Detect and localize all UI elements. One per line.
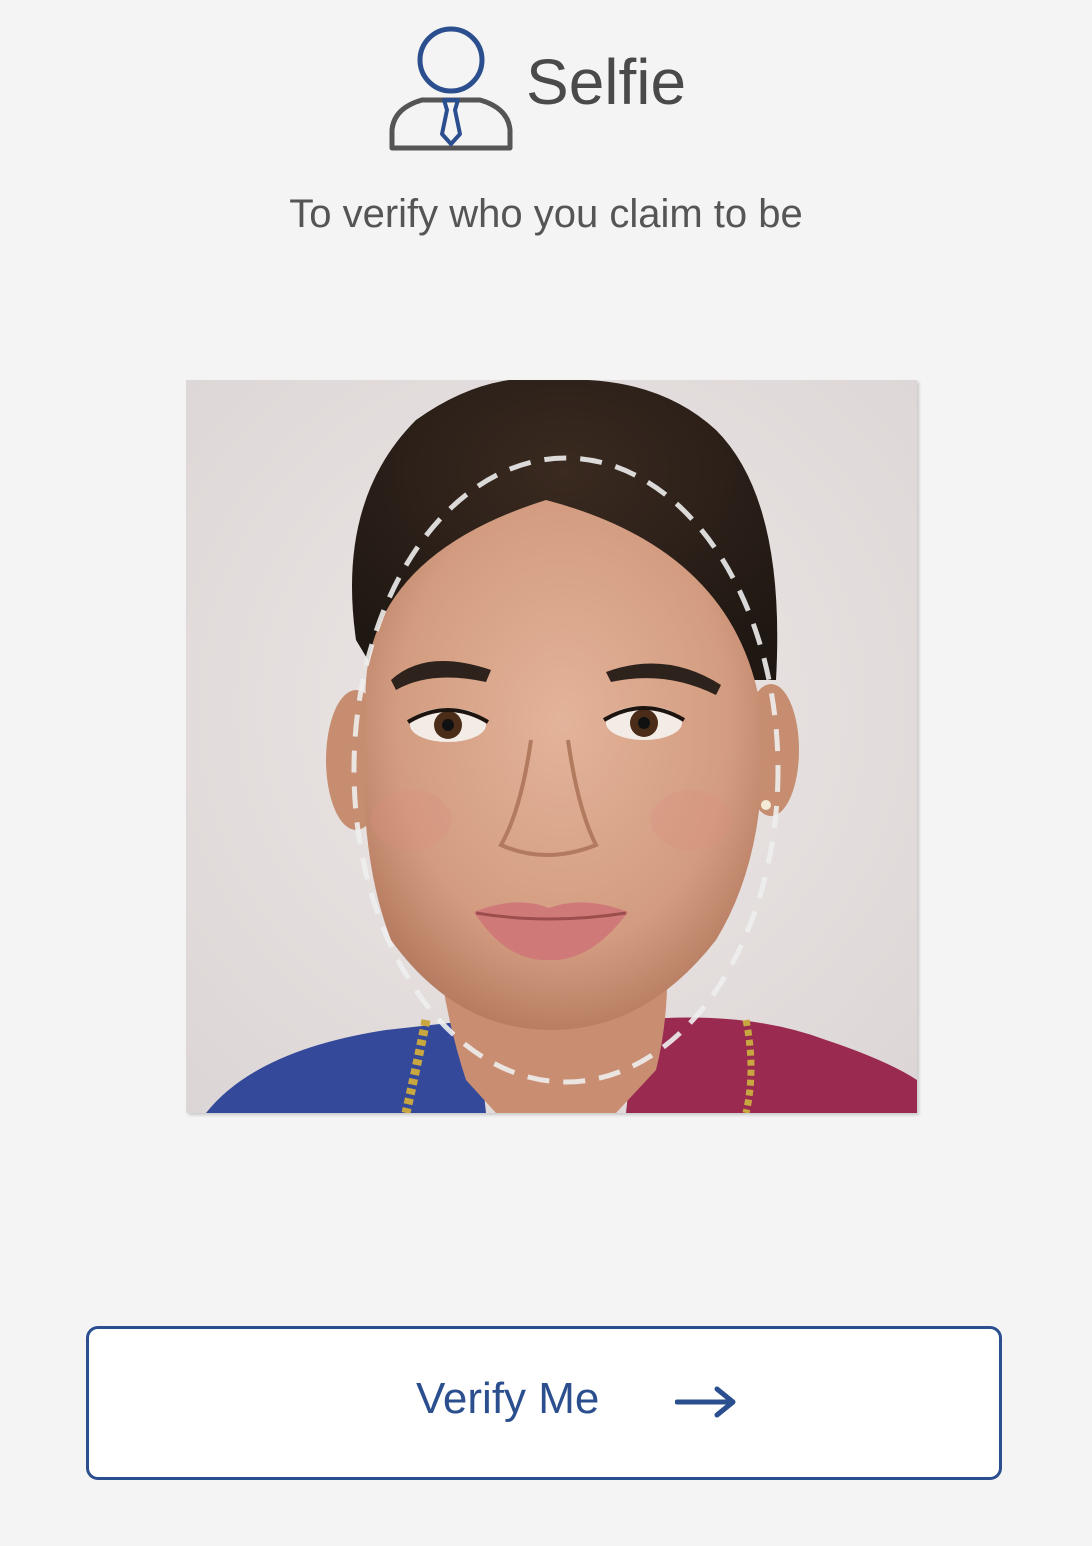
face-photo [186,380,917,1113]
arrow-right-icon [675,1386,736,1418]
page-subtitle: To verify who you claim to be [289,192,803,236]
user-with-tie-icon [389,26,513,151]
selfie-photo [186,380,917,1113]
page-title: Selfie [526,46,687,118]
verify-me-button[interactable]: Verify Me [86,1326,1002,1480]
verify-me-label: Verify Me [416,1374,600,1423]
header: Selfie [0,20,1092,160]
